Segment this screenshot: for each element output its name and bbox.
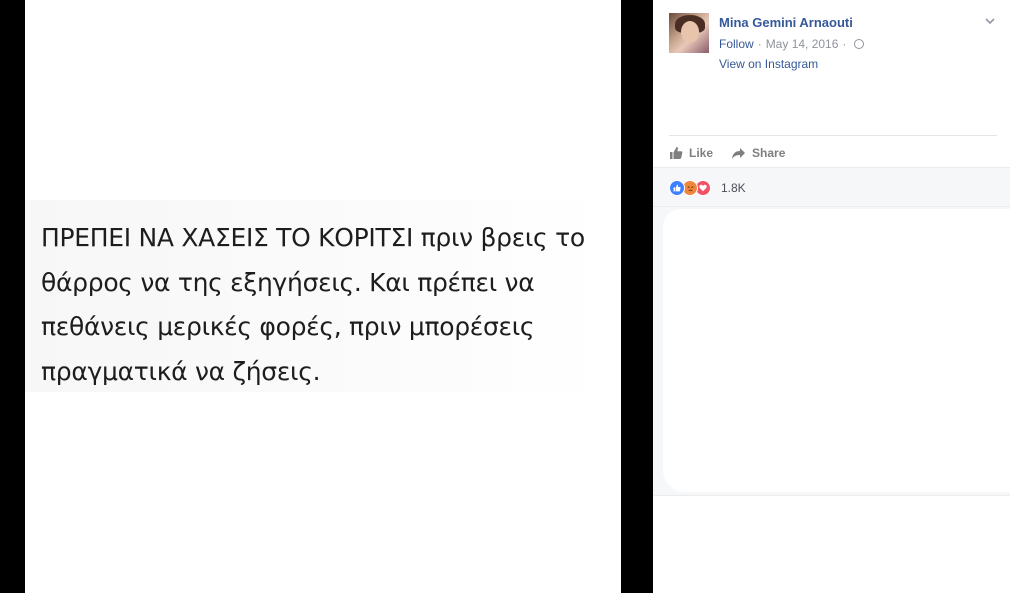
reactions-bar: 1.8K <box>653 167 1010 207</box>
post-header: Mina Gemini Arnaouti Follow · May 14, 20… <box>669 13 997 78</box>
author-name[interactable]: Mina Gemini Arnaouti <box>719 15 853 30</box>
separator-dot: · <box>842 37 847 51</box>
separator-dot: · <box>757 37 762 51</box>
post-photo[interactable]: ΠΡΕΠΕΙ ΝΑ ΧΑΣΕΙΣ ΤΟ ΚΟΡΙΤΣΙ πριν βρεις τ… <box>25 0 621 593</box>
share-label: Share <box>752 146 786 160</box>
avatar-face <box>681 21 699 43</box>
sidebar-footer <box>653 495 1010 593</box>
action-bar: Like Share <box>669 143 803 163</box>
photo-viewer: ΠΡΕΠΕΙ ΝΑ ΧΑΣΕΙΣ ΤΟ ΚΟΡΙΤΣΙ πριν βρεις τ… <box>0 0 653 593</box>
globe-icon[interactable] <box>854 39 865 49</box>
like-button[interactable]: Like <box>669 146 713 160</box>
post-date[interactable]: May 14, 2016 <box>766 37 839 51</box>
chevron-down-icon[interactable] <box>983 15 997 29</box>
reaction-icons[interactable] <box>669 180 711 196</box>
quote-text: ΠΡΕΠΕΙ ΝΑ ΧΑΣΕΙΣ ΤΟ ΚΟΡΙΤΣΙ πριν βρεις τ… <box>41 223 585 386</box>
quote-band: ΠΡΕΠΕΙ ΝΑ ΧΑΣΕΙΣ ΤΟ ΚΟΡΙΤΣΙ πριν βρεις τ… <box>25 200 608 392</box>
post-sidebar: Mina Gemini Arnaouti Follow · May 14, 20… <box>653 0 1010 593</box>
view-on-instagram-link[interactable]: View on Instagram <box>719 57 818 71</box>
follow-link[interactable]: Follow <box>719 37 754 51</box>
share-icon <box>732 147 746 159</box>
thumbs-up-icon <box>670 147 683 159</box>
comments-panel <box>663 209 1010 492</box>
comments-area <box>653 207 1010 495</box>
reaction-count[interactable]: 1.8K <box>721 181 746 195</box>
post-meta: Follow · May 14, 2016 · <box>719 37 865 51</box>
like-reaction-icon <box>669 180 685 196</box>
divider <box>669 135 997 136</box>
share-button[interactable]: Share <box>731 146 785 160</box>
avatar[interactable] <box>669 13 709 53</box>
like-label: Like <box>689 146 714 160</box>
